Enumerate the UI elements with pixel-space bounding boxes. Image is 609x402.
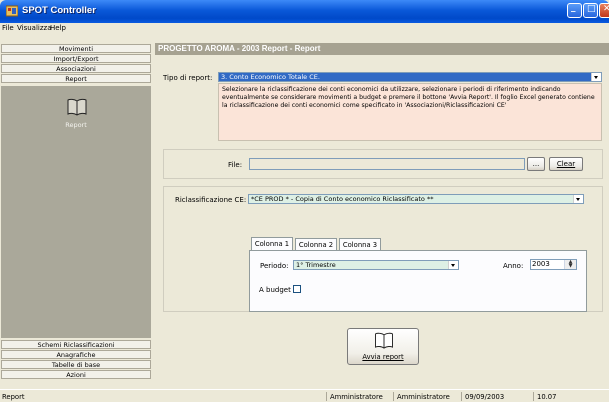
status-separator [393,392,394,401]
budget-label: A budget [259,286,291,294]
menu-bar: File Visualizza Help [0,23,609,34]
menu-visualizza[interactable]: Visualizza [17,24,51,32]
riclassificazione-value: *CE PROD * - Copia di Conto economico Ri… [251,195,434,203]
status-date: 09/09/2003 [465,393,505,401]
navigation-panel: Movimenti Import/Export Associazioni Rep… [0,34,152,386]
status-left: Report [2,393,25,401]
report-type-select[interactable]: 3. Conto Economico Totale CE. [218,72,602,82]
spinner-arrows-icon[interactable]: ▲ ▼ [564,260,576,269]
book-icon[interactable] [67,98,87,116]
nav-azioni[interactable]: Azioni [1,370,151,379]
nav-associazioni[interactable]: Associazioni [1,64,151,73]
status-bar: Report Amministratore Amministratore 09/… [0,389,609,402]
report-icon-label: Report [65,121,87,129]
report-type-label: Tipo di report: [163,74,213,82]
riclassificazione-label: Riclassificazione CE: [175,196,247,204]
nav-movimenti[interactable]: Movimenti [1,44,151,53]
tab-colonna-1[interactable]: Colonna 1 [251,237,293,251]
run-report-button[interactable]: Avvia report [347,328,419,365]
dropdown-arrow-icon[interactable] [591,73,601,81]
book-icon [375,332,393,349]
nav-tabelle-di-base[interactable]: Tabelle di base [1,360,151,369]
status-separator [461,392,462,401]
nav-schemi-riclassificazioni[interactable]: Schemi Riclassificazioni [1,340,151,349]
dropdown-arrow-icon[interactable] [448,261,458,269]
status-separator [533,392,534,401]
riclassificazione-select[interactable]: *CE PROD * - Copia di Conto economico Ri… [248,194,584,204]
nav-report[interactable]: Report [1,74,151,83]
run-report-label: Avvia report [362,353,404,361]
status-time: 10.07 [537,393,557,401]
file-path-input[interactable] [249,158,525,170]
browse-button[interactable]: ... [527,157,545,171]
anno-value: 2003 [532,260,550,268]
menu-file[interactable]: File [2,24,14,32]
title-bar: SPOT Controller _ □ ✕ [0,0,609,23]
anno-label: Anno: [503,262,524,270]
periodo-select[interactable]: 1° Trimestre [293,260,459,270]
close-icon: ✕ [603,4,609,14]
periodo-label: Periodo: [260,262,289,270]
periodo-value: 1° Trimestre [296,261,336,269]
budget-checkbox[interactable] [293,285,301,293]
minimize-icon: _ [571,3,576,13]
file-label: File: [228,161,243,169]
maximize-button[interactable]: □ [583,3,598,18]
maximize-icon: □ [587,4,596,14]
status-user-2: Amministratore [397,393,450,401]
nav-anagrafiche[interactable]: Anagrafiche [1,350,151,359]
nav-report-body: Report [1,86,151,338]
window-title: SPOT Controller [22,5,96,16]
status-separator [326,392,327,401]
anno-spinner[interactable]: 2003 ▲ ▼ [530,259,577,270]
dropdown-arrow-icon[interactable] [573,195,583,203]
minimize-button[interactable]: _ [567,3,582,18]
app-icon [6,5,18,17]
close-button[interactable]: ✕ [599,3,609,18]
menu-help[interactable]: Help [50,24,66,32]
report-type-value: 3. Conto Economico Totale CE. [221,73,320,81]
nav-import-export[interactable]: Import/Export [1,54,151,63]
clear-button[interactable]: Clear [549,157,583,171]
description-text: Selezionare la riclassificazione dei con… [218,83,602,141]
page-title: PROGETTO AROMA - 2003 Report - Report [155,43,609,55]
status-user-1: Amministratore [330,393,383,401]
